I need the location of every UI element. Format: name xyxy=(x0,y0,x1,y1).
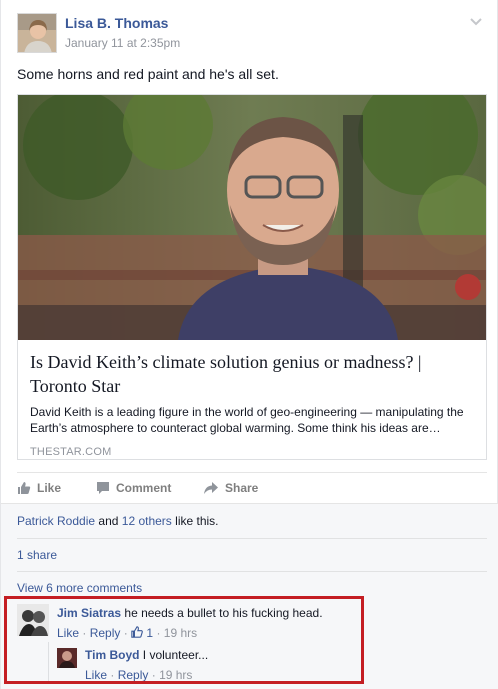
likes-summary: Patrick Roddie and 12 others like this. xyxy=(17,514,487,528)
comment-button[interactable]: Comment xyxy=(96,481,171,495)
link-text-area[interactable]: Is David Keith’s climate solution genius… xyxy=(18,340,486,459)
shares-row: 1 share xyxy=(17,538,487,562)
link-description: David Keith is a leading figure in the w… xyxy=(30,405,464,435)
link-preview-image[interactable] xyxy=(18,95,486,340)
post-actions-bar: Like Comment Share xyxy=(17,472,487,502)
comment-label: Comment xyxy=(116,481,172,495)
share-arrow-icon xyxy=(204,482,218,494)
post-message: Some horns and red paint and he's all se… xyxy=(17,66,279,82)
thumbs-up-icon xyxy=(18,482,31,494)
likes-and: and xyxy=(98,514,119,528)
likes-suffix: like this. xyxy=(175,514,219,528)
shared-link-card[interactable]: Is David Keith’s climate solution genius… xyxy=(17,94,487,460)
comment-icon xyxy=(97,482,109,494)
liker-name[interactable]: Patrick Roddie xyxy=(17,514,95,528)
chevron-down-icon[interactable] xyxy=(469,17,483,27)
like-label: Like xyxy=(37,481,62,495)
share-label: Share xyxy=(225,481,259,495)
post-header: Lisa B. Thomas January 11 at 2:35pm xyxy=(17,13,483,55)
post-author-name[interactable]: Lisa B. Thomas xyxy=(65,15,168,31)
shares-link[interactable]: 1 share xyxy=(17,548,57,562)
like-button[interactable]: Like xyxy=(17,481,61,495)
view-more-row: View 6 more comments xyxy=(17,571,487,595)
highlight-annotation-box xyxy=(4,596,364,684)
share-button[interactable]: Share xyxy=(203,481,258,495)
view-more-comments-link[interactable]: View 6 more comments xyxy=(17,581,142,595)
news-feed-post: Lisa B. Thomas January 11 at 2:35pm Some… xyxy=(0,0,498,689)
link-title[interactable]: Is David Keith’s climate solution genius… xyxy=(30,350,474,398)
post-timestamp[interactable]: January 11 at 2:35pm xyxy=(65,36,180,50)
link-source: THESTAR.COM xyxy=(30,446,112,458)
author-avatar[interactable] xyxy=(17,13,57,53)
likes-others-link[interactable]: 12 others xyxy=(122,514,172,528)
